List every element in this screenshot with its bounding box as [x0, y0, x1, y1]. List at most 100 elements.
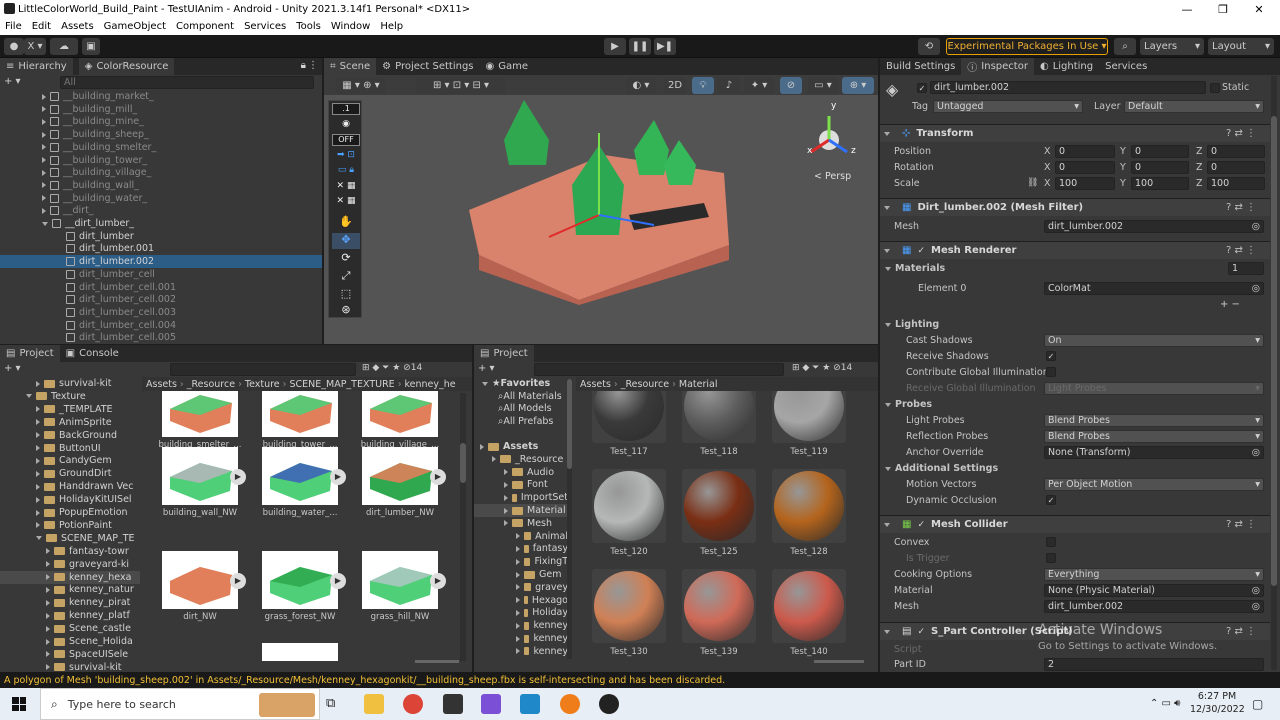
hierarchy-item[interactable]: dirt_lumber_cell.005	[0, 331, 322, 344]
create-button[interactable]: + ▾	[4, 363, 21, 374]
folder-item[interactable]: HolidayKitUISel	[0, 493, 140, 506]
hierarchy-item[interactable]: __building_water_	[0, 192, 322, 205]
menu-item-file[interactable]: File	[0, 21, 27, 32]
play-icon[interactable]: ▶	[330, 469, 346, 485]
chevron-down-icon[interactable]	[885, 403, 891, 407]
audio-toggle-icon[interactable]: ♪	[718, 77, 740, 94]
asset-thumbnail[interactable]	[362, 391, 438, 437]
folder-item[interactable]: GroundDirt	[0, 467, 140, 480]
chevron-right-icon[interactable]	[46, 574, 50, 580]
tab-project[interactable]: ▤ Project	[0, 345, 60, 362]
visual-studio-icon[interactable]	[481, 694, 501, 714]
folder-item[interactable]: Material	[474, 504, 568, 517]
active-checkbox[interactable]: ✓	[917, 83, 927, 93]
favorites-header[interactable]: ★ Favorites	[474, 377, 550, 390]
asset-thumbnail[interactable]	[262, 643, 338, 661]
chevron-right-icon[interactable]	[516, 635, 520, 642]
chevron-right-icon[interactable]	[516, 597, 520, 604]
chevron-right-icon[interactable]	[46, 612, 50, 619]
chevron-right-icon[interactable]	[36, 522, 40, 529]
motion-vectors-dropdown[interactable]: Per Object Motion ▾	[1044, 478, 1264, 491]
tab-console[interactable]: ▣ Console	[60, 345, 125, 362]
chevron-right-icon[interactable]	[46, 548, 50, 555]
transform-rotation-y-field[interactable]: 0	[1131, 161, 1189, 174]
contribute-gi-checkbox[interactable]	[1046, 367, 1056, 377]
chevron-right-icon[interactable]	[516, 648, 520, 655]
asset-thumbnail[interactable]: ▶	[362, 551, 446, 609]
tab-inspector[interactable]: ⓘ Inspector	[961, 58, 1034, 75]
folder-item[interactable]: CandyGem	[0, 454, 140, 467]
snap-arrow-icon[interactable]: ➡ ⊡	[332, 150, 360, 162]
chevron-right-icon[interactable]	[46, 561, 50, 568]
transform-position-x-field[interactable]: 0	[1055, 145, 1115, 158]
folder-item[interactable]: kenney_pirat	[0, 596, 140, 609]
folder-item[interactable]: kenney	[474, 619, 568, 632]
chevron-down-icon[interactable]	[884, 522, 890, 527]
folder-item[interactable]: fantasy	[474, 542, 568, 555]
material-thumbnail[interactable]	[772, 569, 846, 643]
receive-gi-dropdown[interactable]: Light Probes ▾	[1044, 382, 1264, 395]
folder-item[interactable]: Texture	[0, 390, 140, 403]
transform-tool-icon[interactable]: ⊛	[332, 303, 360, 317]
search-filter-icons[interactable]: ⊞ ◆ ⏷ ★ ⊘14	[362, 363, 422, 373]
maximize-button[interactable]: ❐	[1206, 0, 1240, 18]
asset-scrollbar[interactable]	[460, 393, 466, 661]
breadcrumb-item[interactable]: _Resource	[621, 379, 669, 390]
menu-item-window[interactable]: Window	[326, 21, 375, 32]
favorite-item[interactable]: ⌕ All Materials	[474, 390, 562, 403]
transform-rotation-z-field[interactable]: 0	[1207, 161, 1265, 174]
chevron-right-icon[interactable]	[516, 545, 520, 552]
hierarchy-item[interactable]: dirt_lumber	[0, 230, 322, 243]
scene-viewport[interactable]	[324, 95, 878, 344]
chevron-down-icon[interactable]	[885, 467, 891, 471]
create-button-2[interactable]: + ▾	[478, 363, 495, 374]
tag-dropdown[interactable]: Untagged ▾	[933, 100, 1083, 113]
grid-size-field[interactable]: .1	[332, 103, 360, 115]
add-button[interactable]: + ▾	[4, 76, 24, 89]
step-button[interactable]: ▶❚	[654, 38, 676, 55]
dynamic-occlusion-checkbox[interactable]: ✓	[1046, 495, 1056, 505]
play-icon[interactable]: ▶	[430, 573, 446, 589]
cooking-options-dropdown[interactable]: Everything ▾	[1044, 568, 1264, 581]
breadcrumb-item[interactable]: _Resource	[187, 379, 235, 390]
tab-build-settings[interactable]: Build Settings	[880, 58, 961, 75]
material-thumbnail[interactable]	[772, 391, 846, 443]
mesh-collider-header[interactable]: ▦ ✓ Mesh Collider ? ⇄ ⋮	[880, 515, 1270, 533]
project-search-input[interactable]	[170, 363, 356, 376]
hierarchy-item[interactable]: __building_tower_	[0, 154, 322, 167]
hierarchy-item[interactable]: dirt_lumber_cell.004	[0, 319, 322, 332]
chevron-down-icon[interactable]	[26, 394, 32, 399]
hierarchy-item[interactable]: __dirt_lumber_	[0, 217, 322, 230]
chevron-down-icon[interactable]	[885, 323, 891, 327]
chevron-right-icon[interactable]	[36, 483, 40, 490]
folder-item[interactable]: graveyard-ki	[0, 558, 140, 571]
mesh-filter-header[interactable]: ▦ Dirt_lumber.002 (Mesh Filter) ? ⇄ ⋮	[880, 198, 1270, 216]
snap-off-toggle[interactable]: OFF	[332, 134, 360, 146]
chevron-right-icon[interactable]	[516, 622, 520, 629]
folder-item[interactable]: survival-kit	[0, 661, 140, 672]
hierarchy-search-input[interactable]: All	[60, 76, 314, 89]
chevron-right-icon[interactable]	[504, 520, 508, 527]
notifications-icon[interactable]: ▢	[1252, 697, 1263, 711]
close-window-button[interactable]: ✕	[1242, 0, 1276, 18]
folder-item[interactable]: ButtonUI	[0, 442, 140, 455]
asset-thumbnail[interactable]	[262, 391, 338, 437]
add-remove-element-buttons[interactable]: + −	[1220, 299, 1240, 310]
file-explorer-icon[interactable]	[364, 694, 384, 714]
folder-item[interactable]: Holiday	[474, 606, 568, 619]
hierarchy-item[interactable]: __building_sheep_	[0, 128, 322, 141]
menu-item-assets[interactable]: Assets	[56, 21, 99, 32]
chevron-right-icon[interactable]	[36, 380, 40, 387]
draw-mode-dropdown[interactable]: ▦ ▾ ⊕ ▾	[336, 77, 386, 94]
transform-position-y-field[interactable]: 0	[1131, 145, 1189, 158]
mesh-renderer-header[interactable]: ▦ ✓ Mesh Renderer ? ⇄ ⋮	[880, 241, 1270, 259]
play-button[interactable]: ▶	[604, 38, 626, 55]
chevron-right-icon[interactable]	[42, 169, 46, 176]
menu-item-component[interactable]: Component	[171, 21, 239, 32]
chevron-down-icon[interactable]	[884, 205, 890, 210]
chevron-down-icon[interactable]	[884, 131, 890, 136]
tab-project-2[interactable]: ▤ Project	[474, 345, 534, 362]
component-menu-icons[interactable]: ? ⇄ ⋮	[1226, 519, 1256, 530]
hierarchy-item[interactable]: __building_smelter_	[0, 141, 322, 154]
constrain-proportions-icon[interactable]: ⛓	[1027, 178, 1038, 188]
